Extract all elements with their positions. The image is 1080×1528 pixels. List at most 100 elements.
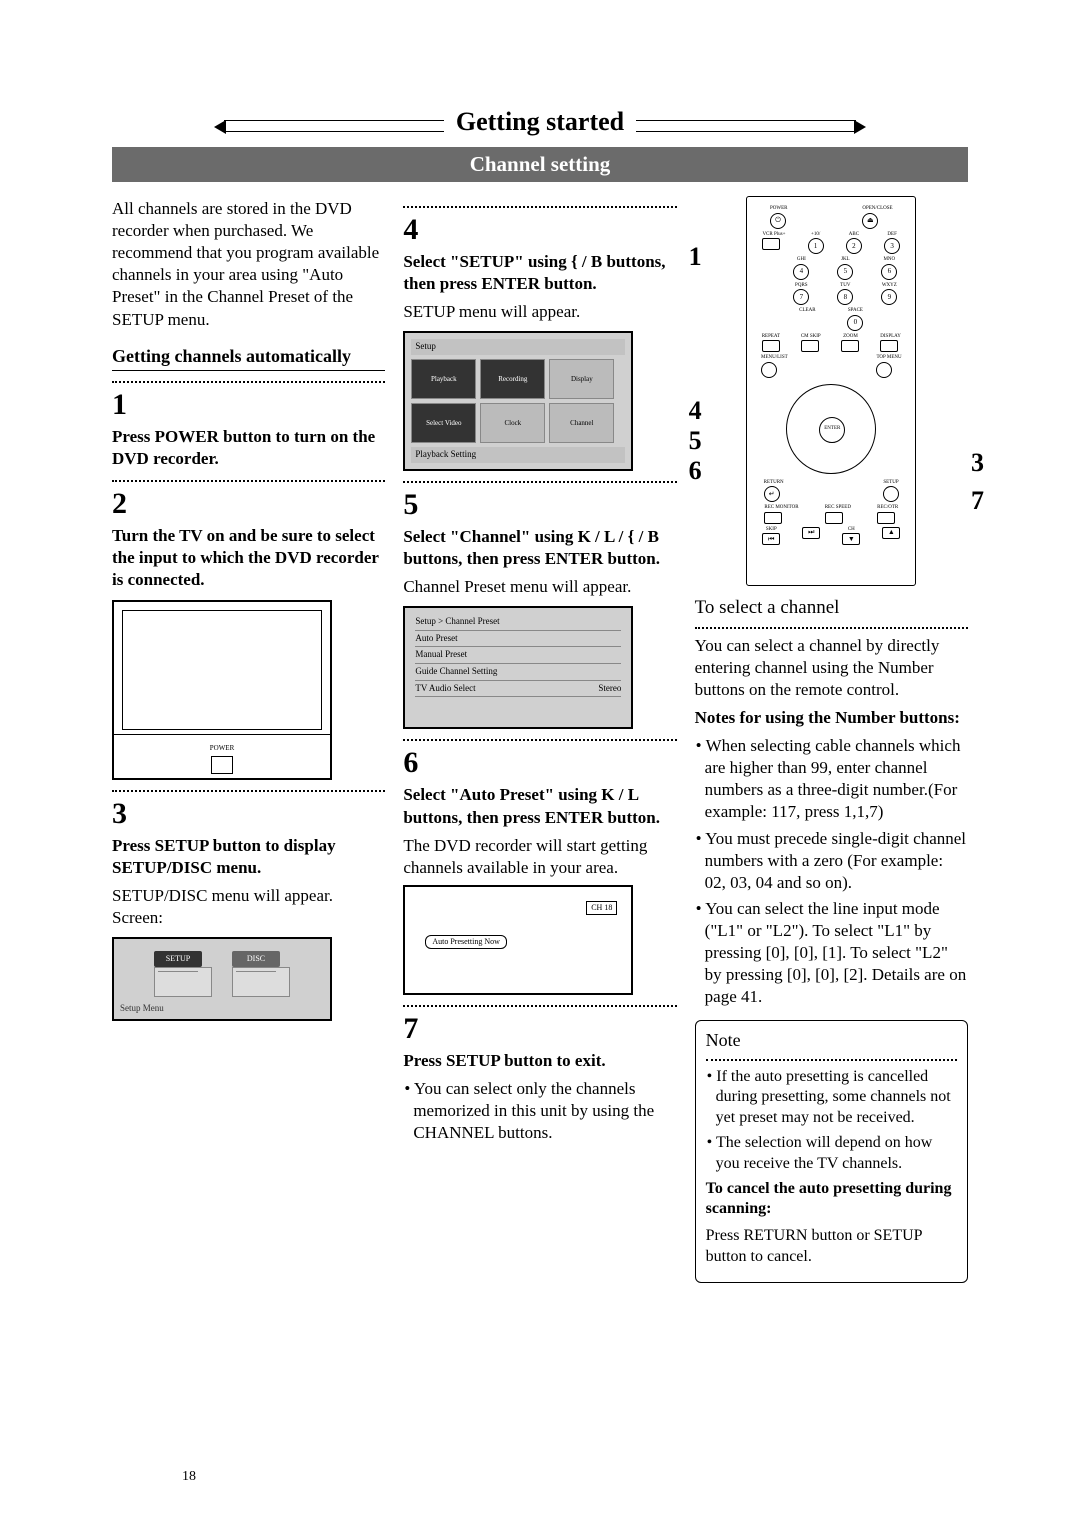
title-right-arrow — [636, 120, 856, 132]
menu-playback: Playback — [411, 359, 476, 399]
auto-preset-screen: CH 18 Auto Presetting Now — [403, 885, 633, 995]
step-3-num: 3 — [112, 794, 385, 833]
tv-power-icon — [211, 756, 233, 774]
dotline — [112, 480, 385, 482]
callout-3: 3 — [971, 446, 984, 480]
menu-recording: Recording — [480, 359, 545, 399]
step-6-plain: The DVD recorder will start getting chan… — [403, 835, 676, 879]
callout-4: 4 — [689, 394, 702, 428]
num-6: 6 — [881, 264, 897, 280]
section-bar: Channel setting — [112, 147, 968, 182]
setup-panel-icon — [154, 967, 212, 997]
setup-screen-caption: Setup Menu — [120, 1003, 324, 1015]
list-item: The selection will depend on how you rec… — [716, 1133, 957, 1175]
setup-btn: SETUP — [154, 951, 202, 967]
step-7-bullets: You can select only the channels memoriz… — [403, 1078, 676, 1144]
sub-heading: Getting channels automatically — [112, 345, 385, 371]
callout-7: 7 — [971, 484, 984, 518]
num-9: 9 — [881, 289, 897, 305]
nav-wheel-icon: ENTER — [786, 384, 876, 474]
tv-graphic: POWER — [112, 600, 332, 780]
tv-base: POWER — [114, 734, 330, 778]
list-item: If the auto presetting is cancelled duri… — [716, 1067, 957, 1129]
enter-btn: ENTER — [819, 417, 845, 443]
list-item: You can select the line input mode ("L1"… — [705, 898, 968, 1008]
setup-btn — [883, 486, 899, 502]
num-8: 8 — [837, 289, 853, 305]
title-left-arrow — [224, 120, 444, 132]
disc-btn: DISC — [232, 951, 280, 967]
menu-channel: Channel — [549, 403, 614, 443]
return-btn: ↵ — [764, 486, 780, 502]
num-0: 0 — [847, 315, 863, 331]
columns: All channels are stored in the DVD recor… — [112, 196, 968, 1283]
step-7-bullet: You can select only the channels memoriz… — [413, 1078, 676, 1144]
note-title: Note — [706, 1029, 957, 1052]
step-4-plain: SETUP menu will appear. — [403, 301, 676, 323]
step-2-bold: Turn the TV on and be sure to select the… — [112, 525, 385, 591]
preset-row: TV Audio SelectStereo — [415, 681, 621, 698]
step-6-bold: Select "Auto Preset" using K / L buttons… — [403, 784, 676, 828]
menu-header: Setup — [411, 339, 625, 355]
callout-5: 5 — [689, 424, 702, 458]
dotline — [112, 790, 385, 792]
dotline — [706, 1059, 957, 1061]
step-5-plain: Channel Preset menu will appear. — [403, 576, 676, 598]
tv-screen — [122, 610, 322, 730]
cancel-heading: To cancel the auto presetting during sca… — [706, 1179, 957, 1221]
num-3: 3 — [884, 238, 900, 254]
preset-row: Auto Preset — [415, 631, 621, 648]
step-4-num: 4 — [403, 210, 676, 249]
remote-graphic: POWER⏻ OPEN/CLOSE⏏ VCR Plus+ +10/1 ABC2 … — [746, 196, 916, 586]
note-box: Note If the auto presetting is cancelled… — [695, 1020, 968, 1283]
menu-selectvideo: Select Video — [411, 403, 476, 443]
intro-paragraph: All channels are stored in the DVD recor… — [112, 198, 385, 331]
step-5-bold: Select "Channel" using K / L / { / B but… — [403, 526, 676, 570]
setup-menu-screen: Setup Playback Recording Display Select … — [403, 331, 633, 470]
num-4: 4 — [793, 264, 809, 280]
eject-icon: ⏏ — [862, 213, 878, 229]
auto-ch: CH 18 — [586, 901, 617, 915]
col-2: 4 Select "SETUP" using { / B buttons, th… — [403, 196, 676, 1283]
preset-header: Setup > Channel Preset — [415, 614, 621, 631]
page-title: Getting started — [456, 105, 624, 139]
num-2: 2 — [846, 238, 862, 254]
disc-panel-icon — [232, 967, 290, 997]
step-6-num: 6 — [403, 743, 676, 782]
page-number: 18 — [182, 1468, 196, 1486]
dotline — [403, 739, 676, 741]
menu-display: Display — [549, 359, 614, 399]
step-2-num: 2 — [112, 484, 385, 523]
step-5-num: 5 — [403, 485, 676, 524]
select-channel-para: You can select a channel by directly ent… — [695, 635, 968, 701]
list-item: You must precede single-digit channel nu… — [705, 828, 968, 894]
notes-bullets: When selecting cable channels which are … — [695, 735, 968, 1008]
setup-disc-screen: SETUP DISC Setup Menu — [112, 937, 332, 1021]
dotline — [403, 1005, 676, 1007]
tv-power-label: POWER — [210, 744, 235, 753]
menu-footer: Playback Setting — [411, 447, 625, 463]
step-3-plain: SETUP/DISC menu will appear. Screen: — [112, 885, 385, 929]
preset-row: Manual Preset — [415, 647, 621, 664]
select-channel-heading: To select a channel — [695, 596, 968, 621]
notes-heading: Notes for using the Number buttons: — [695, 707, 968, 729]
step-7-bold: Press SETUP button to exit. — [403, 1050, 676, 1072]
step-7-num: 7 — [403, 1009, 676, 1048]
menu-clock: Clock — [480, 403, 545, 443]
auto-now: Auto Presetting Now — [425, 935, 507, 949]
dotline — [403, 481, 676, 483]
step-1-num: 1 — [112, 385, 385, 424]
step-1-bold: Press POWER button to turn on the DVD re… — [112, 426, 385, 470]
vcrplus-btn — [762, 238, 780, 250]
preset-row: Guide Channel Setting — [415, 664, 621, 681]
cancel-para: Press RETURN button or SETUP button to c… — [706, 1226, 957, 1268]
dotline — [112, 381, 385, 383]
dotline — [403, 206, 676, 208]
step-4-bold: Select "SETUP" using { / B buttons, then… — [403, 251, 676, 295]
power-icon: ⏻ — [770, 213, 786, 229]
num-1: 1 — [808, 238, 824, 254]
dotline — [695, 627, 968, 629]
col-1: All channels are stored in the DVD recor… — [112, 196, 385, 1283]
callout-6: 6 — [689, 454, 702, 488]
callout-1: 1 — [689, 240, 702, 274]
